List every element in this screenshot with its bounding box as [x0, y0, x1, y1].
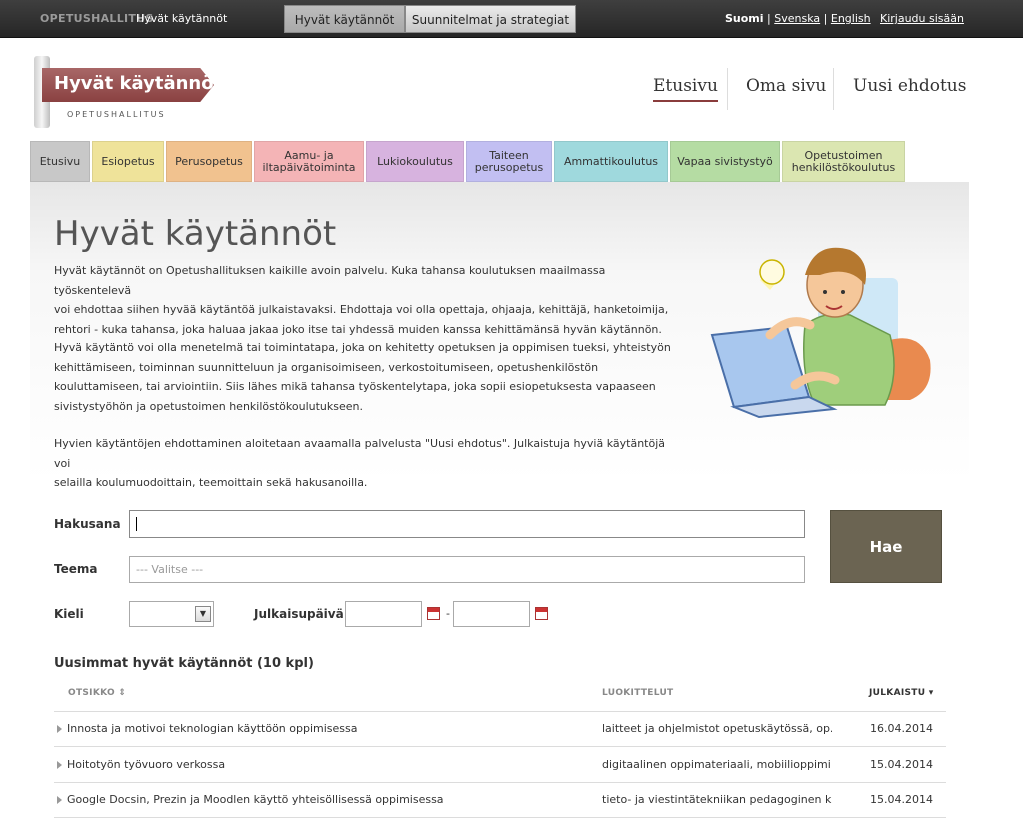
kieli-label: Kieli	[54, 607, 84, 621]
nav-divider	[833, 68, 834, 110]
chevron-down-icon[interactable]: ▼	[195, 606, 211, 622]
intro-line: rehtori - kuka tahansa, joka haluaa jaka…	[54, 322, 662, 336]
cat-tab-aamu-ja-iltapaivatoiminta[interactable]: Aamu- ja iltapäivätoiminta	[254, 141, 364, 182]
cat-tab-opetustoimen-henkilostokoulutus[interactable]: Opetustoimen henkilöstökoulutus	[782, 141, 905, 182]
expand-arrow-icon[interactable]	[57, 725, 62, 733]
text-cursor	[136, 517, 137, 531]
cat-tab-vapaa-sivistystyo[interactable]: Vapaa sivistystyö	[670, 141, 780, 182]
person-with-laptop-illustration	[710, 247, 931, 419]
hakusana-input[interactable]	[129, 510, 805, 538]
brand-subtitle: Hyvät käytännöt	[136, 12, 228, 25]
row-date: 15.04.2014	[870, 793, 933, 806]
teema-label: Teema	[54, 562, 98, 576]
intro-paragraph-3: Hyvien käytäntöjen ehdottaminen aloiteta…	[54, 434, 674, 493]
table-divider	[54, 711, 946, 712]
nav-oma-sivu[interactable]: Oma sivu	[746, 76, 826, 96]
intro-paragraph-2: Hyvä käytäntö voi olla menetelmä tai toi…	[54, 338, 674, 416]
lang-english[interactable]: English	[831, 12, 871, 25]
teema-select[interactable]: --- Valitse ---	[129, 556, 805, 583]
lang-separator: |	[823, 12, 828, 25]
teema-select-value: --- Valitse ---	[136, 563, 204, 576]
lang-svenska[interactable]: Svenska	[774, 12, 820, 25]
lang-suomi[interactable]: Suomi	[725, 12, 764, 25]
column-header-julkaistu[interactable]: JULKAISTU ▾	[869, 688, 934, 698]
sort-icon: ⇕	[118, 688, 127, 698]
intro-line: kehittämiseen, toiminnan suunnitteluun j…	[54, 360, 599, 374]
hakusana-label: Hakusana	[54, 517, 121, 531]
nav-uusi-ehdotus[interactable]: Uusi ehdotus	[853, 76, 966, 96]
cat-tab-etusivu[interactable]: Etusivu	[30, 141, 90, 182]
julkaisupaiva-label: Julkaisupäivä	[254, 607, 344, 621]
language-switcher: Suomi | Svenska | English	[725, 12, 871, 25]
cat-tab-esiopetus[interactable]: Esiopetus	[92, 141, 164, 182]
top-tab-hyvat-kaytannot[interactable]: Hyvät käytännöt	[284, 5, 405, 33]
table-divider	[54, 817, 946, 818]
column-header-luokittelut: LUOKITTELUT	[602, 688, 674, 698]
intro-line: kouluttamiseen, tai arviointiin. Siis lä…	[54, 380, 656, 393]
nav-etusivu[interactable]: Etusivu	[653, 76, 718, 102]
page-title: Hyvät käytännöt	[54, 214, 337, 254]
sort-desc-icon: ▾	[928, 688, 934, 698]
calendar-icon[interactable]	[427, 607, 440, 620]
cat-tab-taiteen-perusopetus[interactable]: Taiteen perusopetus	[466, 141, 552, 182]
top-tab-suunnitelmat[interactable]: Suunnitelmat ja strategiat	[405, 5, 576, 33]
row-title[interactable]: Google Docsin, Prezin ja Moodlen käyttö …	[67, 793, 587, 806]
lang-separator: |	[767, 12, 771, 25]
column-header-otsikko[interactable]: OTSIKKO ⇕	[68, 688, 126, 698]
login-link[interactable]: Kirjaudu sisään	[880, 12, 964, 25]
logo-org: OPETUSHALLITUS	[67, 110, 166, 119]
date-range-separator: -	[446, 607, 450, 620]
intro-line: sivistystyöhön ja opetustoimen henkilöst…	[54, 399, 363, 413]
intro-line: Hyvät käytännöt on Opetushallituksen kai…	[54, 264, 606, 297]
row-tags: laitteet ja ohjelmistot opetuskäytössä, …	[602, 722, 832, 735]
intro-line: Hyvien käytäntöjen ehdottaminen aloiteta…	[54, 437, 666, 470]
cat-tab-lukiokoulutus[interactable]: Lukiokoulutus	[366, 141, 464, 182]
nav-divider	[727, 68, 728, 110]
calendar-icon[interactable]	[535, 607, 548, 620]
row-date: 15.04.2014	[870, 758, 933, 771]
cat-tab-ammattikoulutus[interactable]: Ammattikoulutus	[554, 141, 668, 182]
expand-arrow-icon[interactable]	[57, 796, 62, 804]
logo-title: Hyvät käytännöt	[54, 73, 223, 94]
table-divider	[54, 746, 946, 747]
intro-paragraph-1: Hyvät käytännöt on Opetushallituksen kai…	[54, 261, 674, 339]
top-bar: OPETUSHALLITUS Hyvät käytännöt Hyvät käy…	[0, 0, 1023, 38]
intro-line: voi ehdottaa siihen hyvää käytäntöä julk…	[54, 303, 669, 316]
column-header-label: OTSIKKO	[68, 688, 115, 698]
row-tags: tieto- ja viestintätekniikan pedagoginen…	[602, 793, 832, 806]
row-tags: digitaalinen oppimateriaali, mobiilioppi…	[602, 758, 832, 771]
expand-arrow-icon[interactable]	[57, 761, 62, 769]
search-button[interactable]: Hae	[830, 510, 942, 583]
cat-tab-perusopetus[interactable]: Perusopetus	[166, 141, 252, 182]
latest-section-title: Uusimmat hyvät käytännöt (10 kpl)	[54, 656, 314, 671]
row-date: 16.04.2014	[870, 722, 933, 735]
table-divider	[54, 782, 946, 783]
intro-line: Hyvä käytäntö voi olla menetelmä tai toi…	[54, 341, 671, 354]
date-from-input[interactable]	[345, 601, 422, 627]
date-to-input[interactable]	[453, 601, 530, 627]
row-title[interactable]: Hoitotyön työvuoro verkossa	[67, 758, 587, 771]
row-title[interactable]: Innosta ja motivoi teknologian käyttöön …	[67, 722, 587, 735]
intro-line: selailla koulumuodoittain, teemoittain s…	[54, 476, 368, 489]
column-header-label: JULKAISTU	[869, 688, 926, 698]
